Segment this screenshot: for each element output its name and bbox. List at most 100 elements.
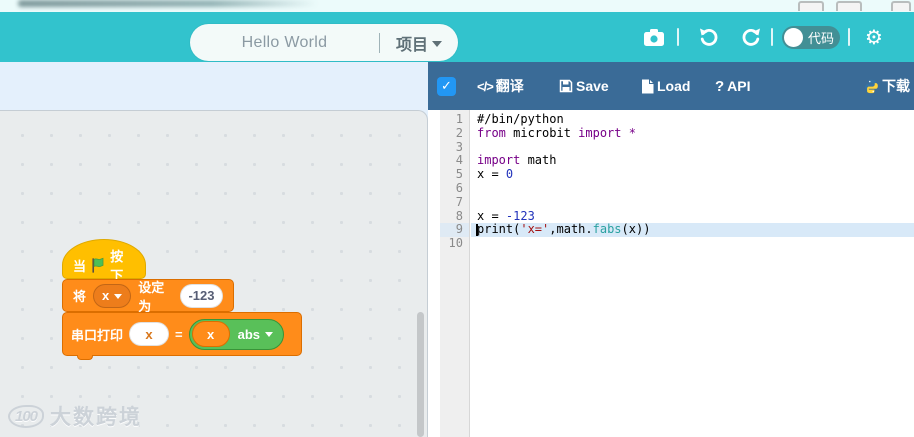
file-icon [642, 79, 654, 93]
print-slot-input[interactable]: x [129, 322, 170, 346]
load-label: Load [657, 78, 691, 94]
browser-button[interactable] [891, 1, 911, 11]
browser-button[interactable] [836, 1, 862, 11]
browser-button[interactable] [798, 1, 824, 11]
chevron-down-icon [432, 41, 442, 47]
line-number: 10 [448, 236, 463, 251]
undo-button[interactable] [696, 26, 720, 48]
header-separator [771, 28, 773, 46]
line-number: 2 [455, 125, 463, 140]
hat-label-before: 当 [73, 258, 87, 274]
code-line[interactable] [471, 196, 914, 210]
code-token: x = [477, 167, 506, 182]
code-line[interactable] [471, 237, 914, 251]
block-when-flag-clicked[interactable]: 当 按下 [62, 239, 146, 283]
code-token: 0 [505, 167, 514, 182]
load-button[interactable]: Load [641, 62, 690, 110]
app-header: Hello World 项目 代码 ⚙ [0, 12, 914, 62]
line-number: 1 [455, 112, 463, 126]
code-line[interactable]: print('x=',math.fabs(x)) [471, 222, 914, 238]
math-function-block[interactable]: x abs [188, 318, 285, 350]
code-token: 'x=' [520, 222, 550, 237]
project-menu-label: 项目 [395, 36, 428, 54]
screenshot-button[interactable] [642, 26, 666, 48]
code-token: math [520, 153, 557, 168]
download-label: 下载 [882, 78, 910, 94]
watermark-text: 大数跨境 [50, 406, 143, 429]
watermark-logo: 100 [8, 404, 45, 428]
api-button[interactable]: ? API [715, 62, 751, 110]
redo-icon [742, 28, 760, 46]
code-token: ,math. [549, 222, 593, 237]
code-token: from [477, 125, 506, 140]
code-line[interactable]: from microbit import * [471, 125, 914, 141]
gutter: 1 2 3 4 5 6 7 8 9 10 [440, 110, 470, 437]
chevron-down-icon [265, 332, 274, 337]
code-line[interactable] [471, 182, 914, 196]
sync-checkbox[interactable]: ✓ [437, 77, 456, 96]
block-connector-tab [77, 355, 93, 360]
block-set-variable[interactable]: 将 x 设定为 -123 [62, 279, 234, 314]
function-name: abs [237, 326, 261, 342]
api-label: API [727, 78, 751, 94]
toggle-knob [784, 28, 803, 47]
value-input[interactable]: -123 [179, 283, 223, 308]
text-cursor [476, 224, 478, 237]
header-actions: 代码 ⚙ [614, 12, 914, 62]
save-label: Save [576, 78, 609, 94]
code-token: x = [477, 208, 506, 223]
function-dropdown[interactable]: abs [237, 326, 274, 342]
code-token: microbit [505, 125, 579, 140]
code-token: * [628, 125, 636, 140]
code-line[interactable]: x = 0 [471, 167, 914, 182]
translate-button[interactable]: </> 翻译 [477, 62, 524, 110]
project-pill[interactable]: Hello World 项目 [190, 24, 458, 61]
code-token: -123 [505, 208, 535, 223]
code-line[interactable]: #/bin/python [471, 112, 914, 127]
print-label: 串口打印 [71, 327, 124, 343]
code-token: (x)) [621, 222, 651, 237]
download-button[interactable]: 下载 [864, 62, 910, 110]
settings-button[interactable]: ⚙ [862, 26, 886, 48]
code-brackets-icon: </> [477, 78, 494, 94]
app-window: Hello World 项目 代码 ⚙ 当 按下 将 x 设定为 -123 串口… [0, 0, 914, 437]
block-serial-print[interactable]: 串口打印 x = x abs [62, 312, 302, 360]
question-icon: ? [715, 77, 725, 95]
project-title: Hello World [241, 33, 328, 51]
variable-dropdown[interactable]: x [93, 283, 132, 308]
code-line[interactable]: import math [471, 153, 914, 168]
redo-button[interactable] [740, 26, 764, 48]
save-icon [559, 79, 573, 93]
green-flag-icon [92, 257, 104, 273]
project-menu-button[interactable]: 项目 [380, 31, 458, 55]
translate-label: 翻译 [495, 78, 524, 94]
header-separator [677, 28, 679, 46]
equals-label: = [175, 326, 183, 342]
code-toolbar: ✓ </> 翻译 Save Load ? API 下载 [428, 62, 914, 110]
code-token: #/bin/python [477, 112, 564, 126]
variable-reporter[interactable]: x [191, 321, 230, 347]
code-editor[interactable]: 1 2 3 4 5 6 7 8 9 10 #/bin/python from microbit im… [440, 110, 914, 437]
blocks-workspace[interactable]: 当 按下 将 x 设定为 -123 串口打印 x = x abs 100 大数跨… [0, 110, 428, 437]
line-number: 9 [440, 223, 469, 238]
watermark: 100 大数跨境 [8, 401, 142, 431]
line-number: 6 [455, 180, 463, 195]
line-number: 8 [455, 208, 463, 223]
line-number: 4 [455, 153, 463, 168]
code-view-toggle[interactable]: 代码 [782, 26, 840, 49]
save-button[interactable]: Save [559, 62, 609, 110]
line-number: 5 [455, 167, 463, 182]
code-lines: #/bin/python from microbit import * import… [471, 110, 914, 251]
code-line[interactable] [471, 141, 914, 155]
camera-icon [644, 28, 664, 46]
variable-name: x [102, 288, 110, 303]
code-token: import [578, 125, 622, 140]
code-line[interactable]: x = -123 [471, 208, 914, 224]
line-number: 3 [455, 139, 463, 154]
set-verb-label: 将 [73, 289, 87, 304]
code-token: print( [477, 222, 521, 237]
set-to-label: 设定为 [138, 279, 165, 314]
workspace-scrollbar[interactable] [417, 312, 424, 437]
blurred-browser-text [18, 0, 318, 7]
